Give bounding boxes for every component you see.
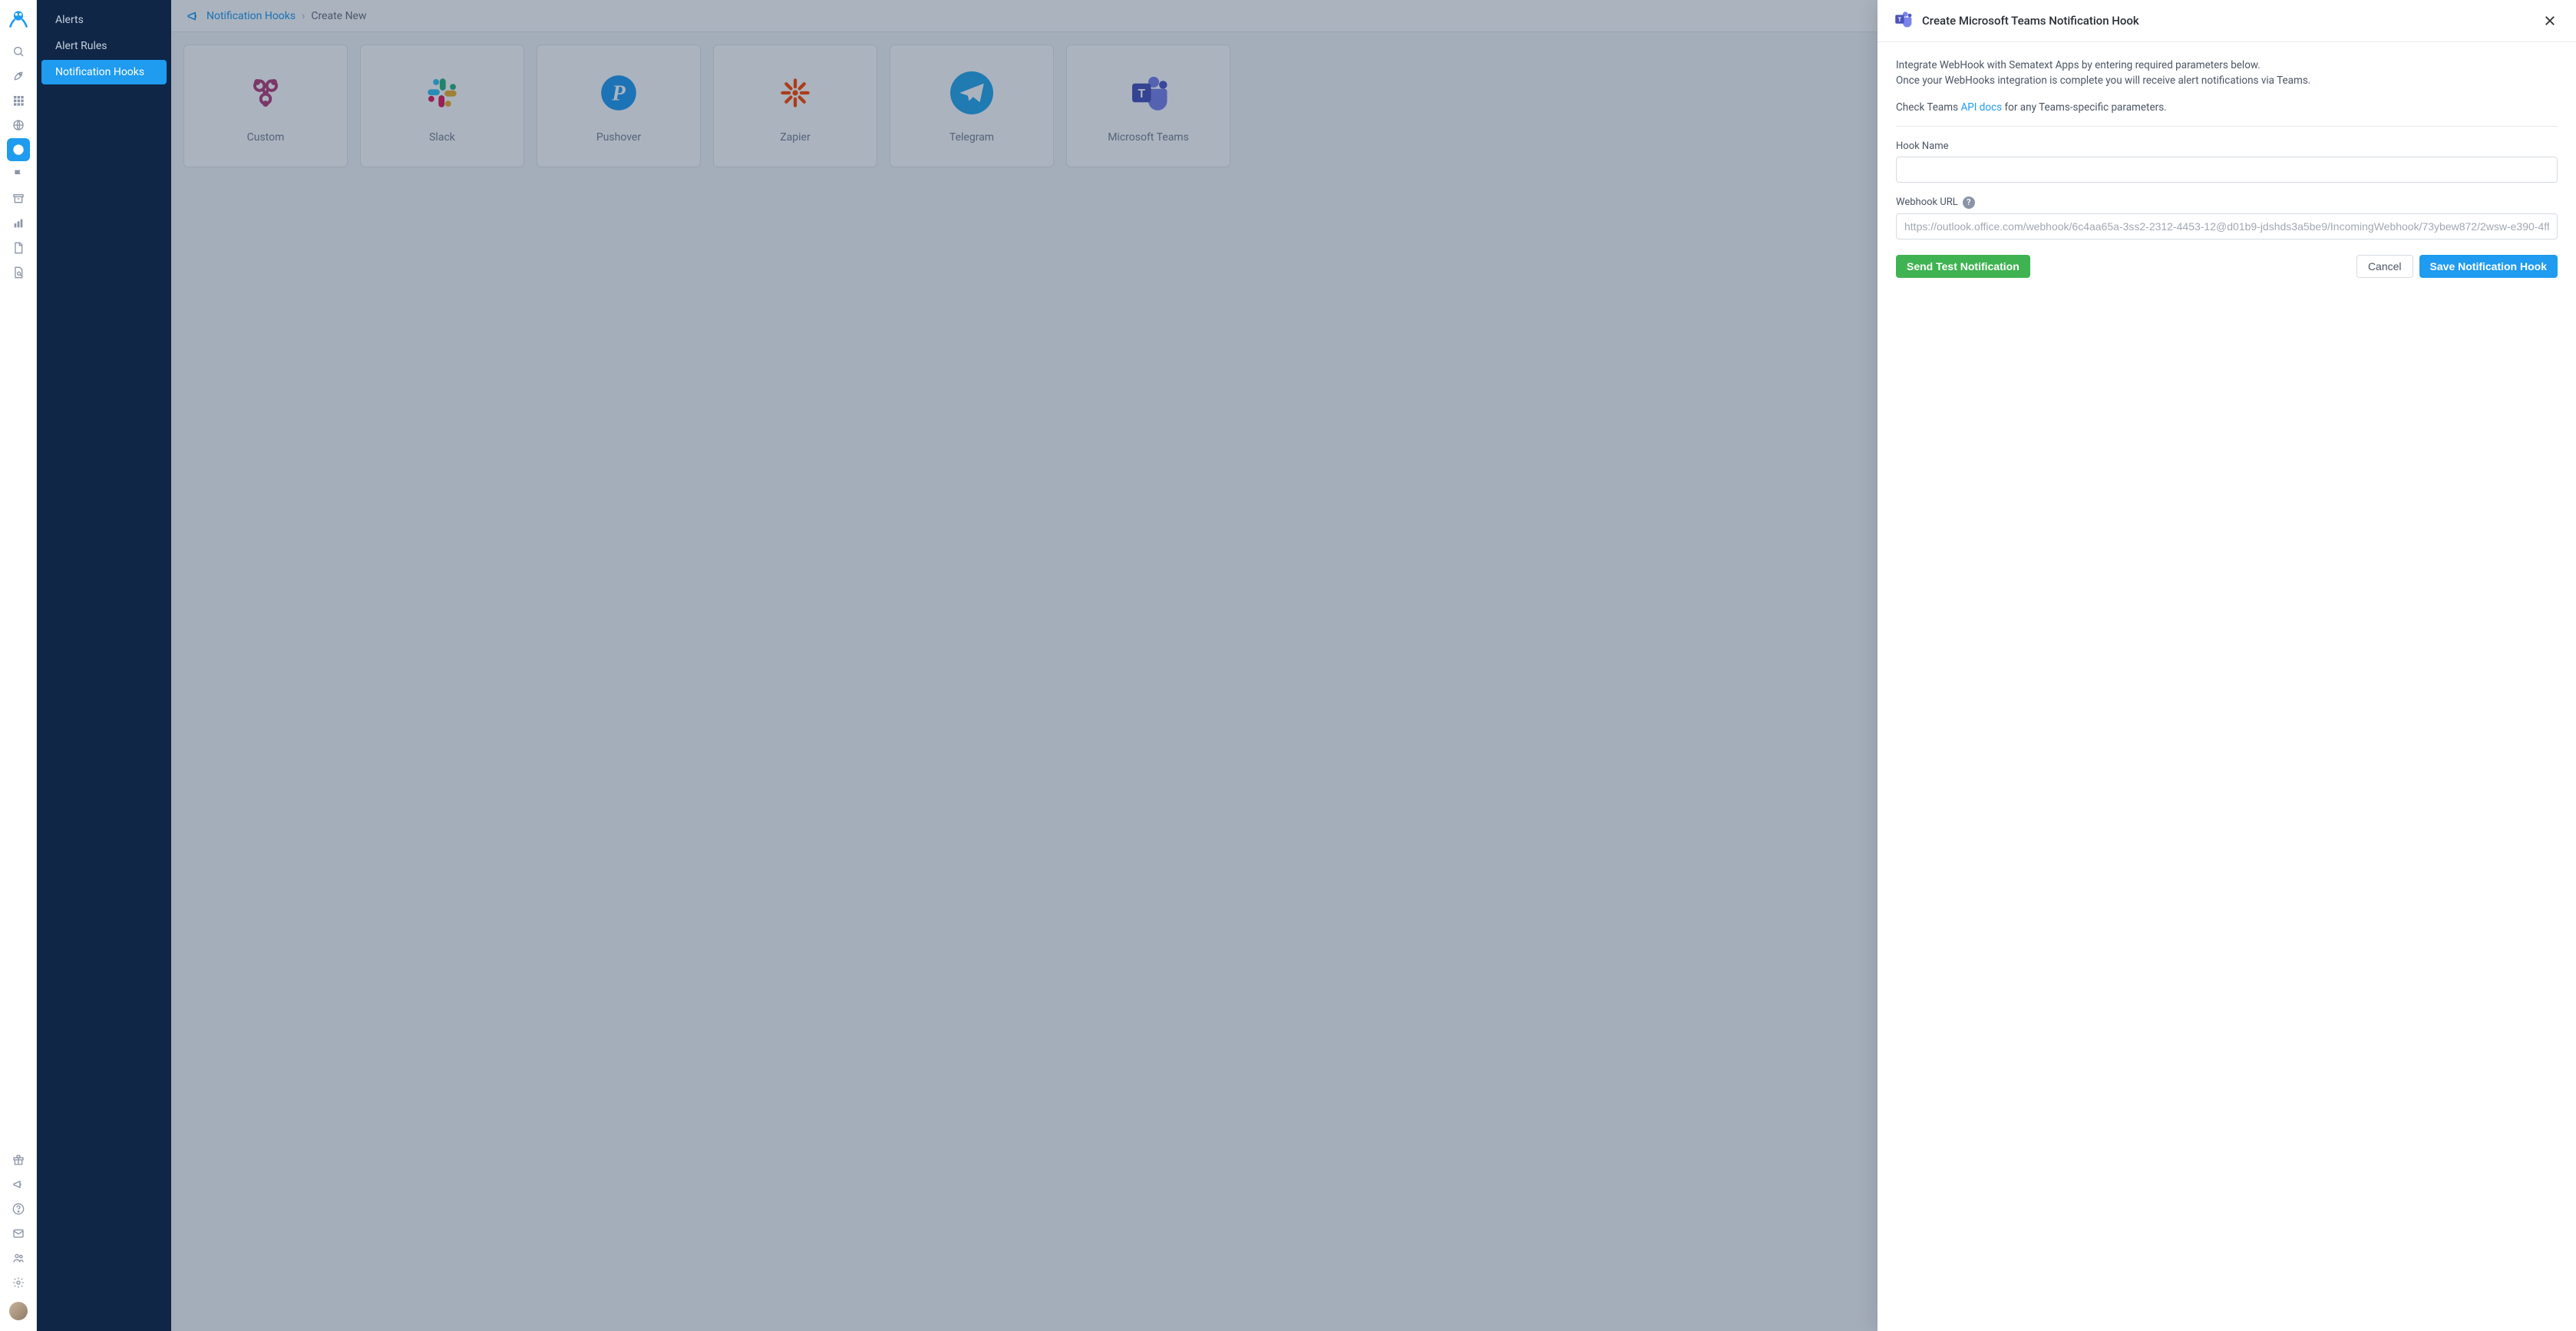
check-suffix: for any Teams-specific parameters. [2002,101,2167,114]
archive-icon[interactable] [7,187,30,210]
file-search-icon[interactable] [7,261,30,284]
sidebar-item-alerts[interactable]: Alerts [41,8,167,32]
close-icon[interactable] [2539,10,2561,31]
grid-icon[interactable] [7,89,30,112]
panel-body: Integrate WebHook with Sematext Apps by … [1878,42,2576,293]
globe-icon[interactable] [7,114,30,137]
webhook-url-label: Webhook URL [1896,197,1958,208]
ms-teams-icon: T [1893,9,1913,32]
intro-line1: Integrate WebHook with Sematext Apps by … [1896,58,2558,73]
users-icon[interactable] [7,1247,30,1270]
check-prefix: Check Teams [1896,101,1960,114]
svg-text:T: T [1898,16,1902,23]
sidebar: Alerts Alert Rules Notification Hooks [37,0,171,1331]
icon-rail [0,0,37,1331]
bar-chart-icon[interactable] [7,212,30,235]
megaphone-icon[interactable] [7,1173,30,1196]
sidebar-item-alert-rules[interactable]: Alert Rules [41,34,167,58]
intro-text: Integrate WebHook with Sematext Apps by … [1896,58,2558,127]
file-icon[interactable] [7,236,30,259]
send-test-button[interactable]: Send Test Notification [1896,255,2030,278]
mail-icon[interactable] [7,1222,30,1245]
flag-icon[interactable] [7,163,30,186]
sidebar-item-notification-hooks[interactable]: Notification Hooks [41,60,167,84]
gift-icon[interactable] [7,1148,30,1171]
alert-icon[interactable] [7,138,30,161]
avatar[interactable] [9,1302,28,1320]
help-icon[interactable]: ? [1963,197,1975,209]
main-content: Notification Hooks › Create New Custom [171,0,2576,1331]
app-logo[interactable] [6,6,31,31]
intro-line2: Once your WebHooks integration is comple… [1896,73,2558,88]
rocket-icon[interactable] [7,64,30,88]
panel-header: T Create Microsoft Teams Notification Ho… [1878,0,2576,42]
search-icon[interactable] [7,40,30,63]
cancel-button[interactable]: Cancel [2356,255,2413,278]
create-hook-panel: T Create Microsoft Teams Notification Ho… [1878,0,2576,1331]
api-docs-link[interactable]: API docs [1960,101,2002,114]
help-icon[interactable] [7,1197,30,1220]
hook-name-input[interactable] [1896,157,2558,183]
hook-name-label: Hook Name [1896,140,2558,152]
gear-icon[interactable] [7,1271,30,1294]
save-button[interactable]: Save Notification Hook [2419,255,2558,278]
panel-title: Create Microsoft Teams Notification Hook [1922,14,2139,28]
webhook-url-input[interactable] [1896,213,2558,239]
